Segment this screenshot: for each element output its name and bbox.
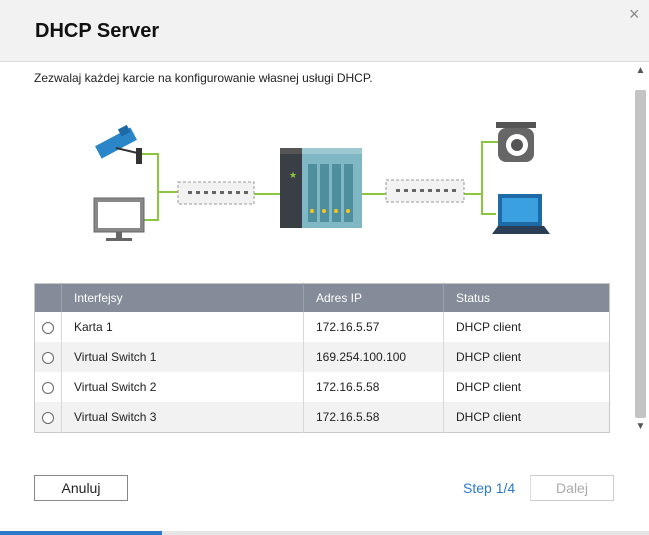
monitor-icon [93,197,145,241]
row-radio-button[interactable] [42,321,54,334]
dome-camera-icon [496,122,536,162]
vertical-scrollbar[interactable]: ▲ ▼ [633,62,648,436]
progress-bar-fill [0,531,163,535]
ip-cell: 172.16.5.58 [303,402,444,433]
dialog-header: DHCP Server [0,0,649,62]
interface-column-header: Interfejsy [61,283,304,312]
status-cell: DHCP client [456,380,522,394]
switch-icon [177,181,255,205]
scrollbar-thumb[interactable] [635,90,646,418]
dialog-title: DHCP Server [35,20,160,42]
table-row[interactable]: Virtual Switch 3 172.16.5.58 DHCP client [34,402,610,433]
table-row[interactable]: Karta 1 172.16.5.57 DHCP client [34,312,610,342]
interface-cell: Karta 1 [61,312,304,342]
ip-cell: 172.16.5.57 [303,312,444,342]
close-icon[interactable]: × [629,4,640,25]
ip-column-header: Adres IP [303,283,444,312]
interface-cell: Virtual Switch 2 [61,372,304,402]
status-column-header: Status [443,283,610,312]
select-column-header [34,283,62,312]
step-indicator: Step 1/4 [463,480,516,496]
interfaces-table: Interfejsy Adres IP Status Karta 1 172.1… [34,283,610,433]
scroll-up-icon[interactable]: ▲ [633,64,648,78]
next-button[interactable]: Dalej [530,475,614,501]
row-radio-button[interactable] [42,351,54,364]
laptop-icon [492,194,550,234]
description-text: Zezwalaj każdej karcie na konfigurowanie… [34,71,373,85]
row-radio-button[interactable] [42,381,54,394]
nas-icon: ★ [280,148,362,228]
ip-cell: 169.254.100.100 [303,342,444,372]
status-cell: DHCP client [443,402,610,433]
table-row[interactable]: Virtual Switch 2 172.16.5.58 DHCP client [34,372,610,402]
status-cell: DHCP client [443,342,610,372]
row-radio-button[interactable] [42,411,54,424]
camera-icon [95,124,143,164]
table-header-row: Interfejsy Adres IP Status [34,283,610,312]
network-diagram: ★ [93,122,550,241]
scroll-down-icon[interactable]: ▼ [633,420,648,434]
table-row[interactable]: Virtual Switch 1 169.254.100.100 DHCP cl… [34,342,610,372]
status-cell: DHCP client [456,320,522,334]
ip-cell: 172.16.5.58 [303,372,444,402]
switch-icon [385,179,465,203]
svg-text:★: ★ [289,171,297,181]
interface-cell: Virtual Switch 1 [61,342,304,372]
interface-cell: Virtual Switch 3 [61,402,304,433]
cancel-button[interactable]: Anuluj [34,475,128,501]
progress-bar [0,531,649,535]
